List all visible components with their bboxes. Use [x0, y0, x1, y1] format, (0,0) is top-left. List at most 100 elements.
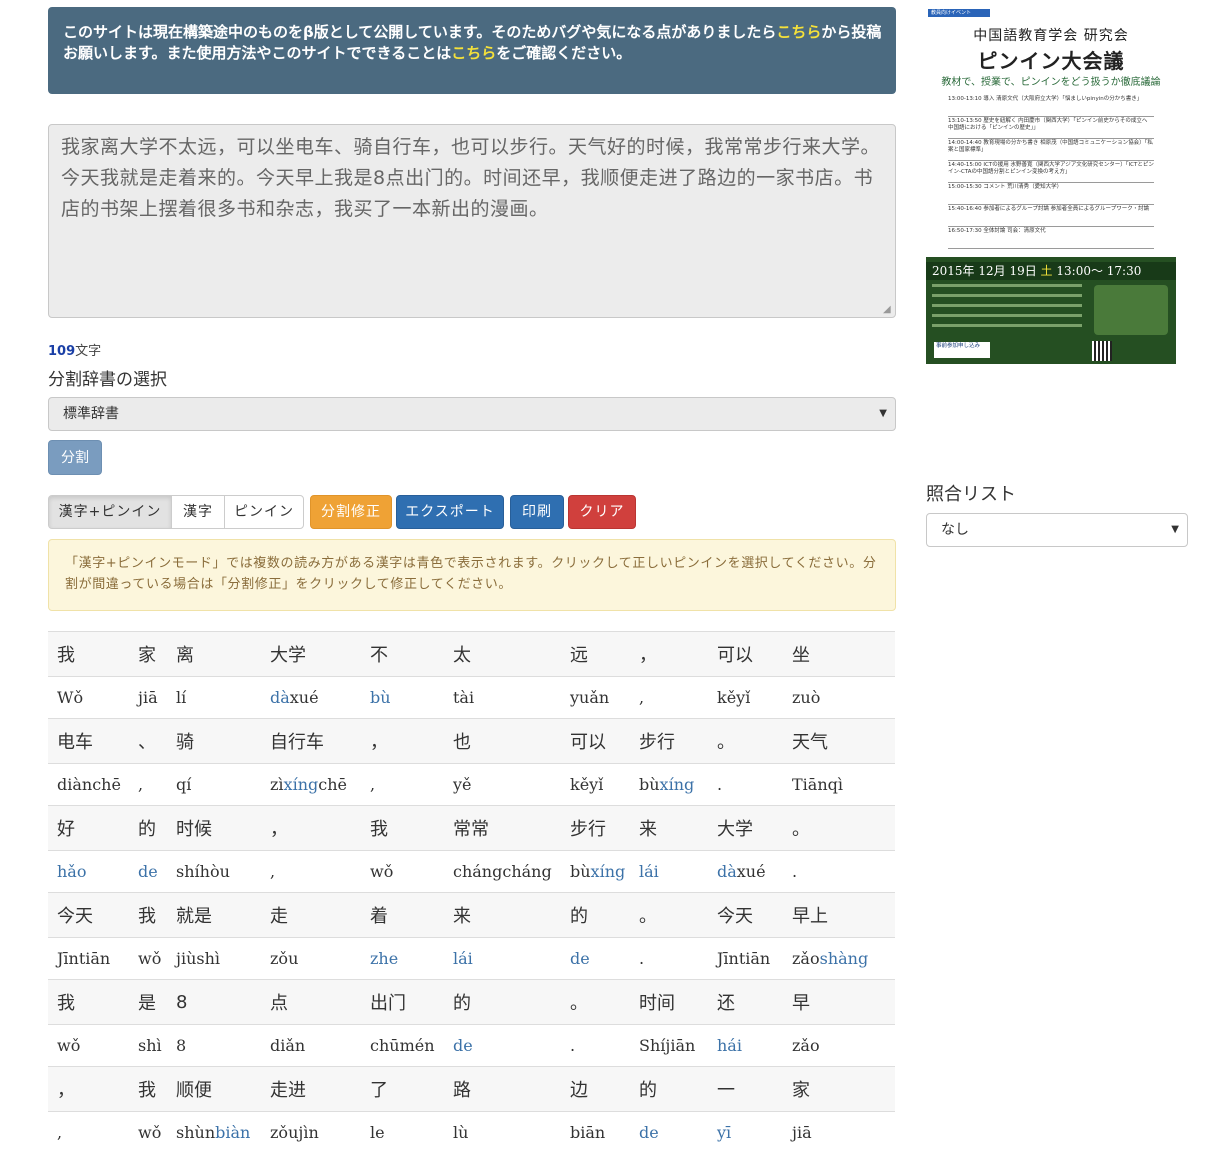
ambiguous-pinyin[interactable]: de [138, 862, 158, 881]
event-advertisement[interactable]: 教員向けイベント 中国語教育学会 研究会 ピンイン大会議 教材で、授業で、ピンイ… [926, 7, 1176, 364]
print-button[interactable]: 印刷 [510, 495, 564, 529]
hanzi-cell: 出门 [361, 979, 444, 1025]
ambiguous-pinyin[interactable]: shàng [820, 949, 869, 968]
match-list-select-value: なし [941, 522, 969, 538]
ambiguous-pinyin[interactable]: lái [453, 949, 473, 968]
hanzi-cell: 天气 [783, 718, 895, 764]
pinyin-cell: zǒu [261, 937, 361, 980]
ambiguous-pinyin[interactable]: hái [717, 1036, 742, 1055]
chinese-text-input[interactable]: 我家离大学不太远，可以坐电车、骑自行车，也可以步行。天气好的时候，我常常步行来大… [48, 124, 896, 318]
pinyin-syllable: xué [736, 862, 766, 881]
pinyin-cell: . [561, 1024, 630, 1067]
mode-kanji-button[interactable]: 漢字 [171, 495, 225, 529]
pinyin-syllable: qí [176, 775, 192, 794]
pinyin-syllable: zǎo [792, 1036, 820, 1055]
pinyin-cell: zǒujìn [261, 1111, 361, 1149]
hanzi-row: 我家离大学不太远，可以坐 [48, 631, 895, 677]
ambiguous-pinyin[interactable]: de [453, 1036, 473, 1055]
pinyin-cell: jiùshì [167, 937, 261, 980]
notice-usage-link[interactable]: こちら [451, 44, 496, 62]
hanzi-cell: 路 [444, 1066, 561, 1112]
ambiguous-pinyin[interactable]: xíng [591, 862, 626, 881]
mode-kanji-pinyin-button[interactable]: 漢字+ピンイン [48, 495, 172, 529]
split-button[interactable]: 分割 [48, 440, 102, 475]
pinyin-cell: , [129, 763, 167, 806]
hanzi-cell: ， [630, 631, 708, 677]
ambiguous-pinyin[interactable]: hǎo [57, 862, 86, 881]
ad-weekday: 土 [1040, 264, 1053, 278]
pinyin-syllable: jiā [792, 1123, 812, 1143]
fix-segmentation-button[interactable]: 分割修正 [310, 495, 392, 529]
hanzi-cell: 可以 [561, 718, 630, 764]
pinyin-cell: zǎoshàng [783, 937, 895, 980]
ambiguous-pinyin[interactable]: xíng [284, 775, 319, 794]
hanzi-cell: 大学 [261, 631, 361, 677]
hanzi-cell: 步行 [630, 718, 708, 764]
clear-button[interactable]: クリア [568, 495, 636, 529]
ambiguous-pinyin[interactable]: biàn [215, 1123, 250, 1142]
pinyin-row: , wǒ shùnbiàn zǒujìn le lù biān de yī jiā [48, 1111, 895, 1149]
hanzi-cell: 远 [561, 631, 630, 677]
pinyin-cell: wǒ [361, 850, 444, 893]
hanzi-cell: 也 [444, 718, 561, 764]
hanzi-cell: 早 [783, 979, 895, 1025]
dictionary-select[interactable]: 標準辞書 ▼ [48, 397, 896, 431]
ad-footer: 2015年 12月 19日 土 13:00～ 17:30 事前参加申し込み [926, 257, 1176, 364]
pinyin-cell: zǎo [783, 1024, 895, 1067]
pinyin-cell: , [261, 850, 361, 893]
ad-apply-link[interactable]: 事前参加申し込み [934, 342, 990, 358]
ambiguous-pinyin[interactable]: de [639, 1123, 659, 1142]
hanzi-row: ，我顺便 走进了路边的一家 [48, 1066, 895, 1112]
pinyin-syllable: Wǒ [57, 688, 84, 707]
notice-text-1: このサイトは現在構築途中のものをβ版として公開しています。そのためバグや気になる… [63, 23, 777, 41]
pinyin-cell: , [630, 676, 708, 719]
pinyin-syllable: , [57, 1123, 63, 1143]
export-button[interactable]: エクスポート [396, 495, 504, 529]
pinyin-cell: bùxíng [561, 850, 630, 893]
dropdown-caret-icon: ▼ [879, 408, 887, 419]
pinyin-cell: jiā [783, 1111, 895, 1149]
ambiguous-pinyin[interactable]: dà [270, 688, 290, 707]
hanzi-cell: 今天 [48, 892, 129, 938]
ambiguous-pinyin[interactable]: zhe [370, 949, 398, 968]
pinyin-syllable: , [639, 688, 645, 707]
ambiguous-pinyin[interactable]: bù [370, 688, 391, 707]
hanzi-row: 今天我就是走着来的。今天 早上 [48, 892, 895, 938]
hanzi-cell: 8 [167, 979, 261, 1025]
pinyin-syllable: xué [289, 688, 319, 707]
pinyin-syllable: diǎn [270, 1036, 306, 1055]
hanzi-cell: 走进 [261, 1066, 361, 1112]
pinyin-cell: de [129, 850, 167, 893]
pinyin-syllable: kěyǐ [570, 775, 604, 794]
mode-help-alert: 「漢字+ピンインモード」では複数の読み方がある漢字は青色で表示されます。クリック… [48, 539, 896, 611]
match-list-select[interactable]: なし ▼ [926, 513, 1188, 547]
pinyin-cell: . [783, 850, 895, 893]
pinyin-row: wǒ shì 8 diǎn chūmén de. Shíjiān hái zǎo [48, 1024, 895, 1067]
hanzi-cell: 边 [561, 1066, 630, 1112]
hanzi-cell: ， [361, 718, 444, 764]
pinyin-cell: diànchē [48, 763, 129, 806]
pinyin-cell: dàxué [261, 676, 361, 719]
pinyin-cell: yī [708, 1111, 783, 1149]
hanzi-cell: 就是 [167, 892, 261, 938]
hanzi-cell: ， [48, 1066, 129, 1112]
dictionary-select-value: 標準辞書 [63, 406, 119, 422]
pinyin-syllable: diànchē [57, 775, 121, 794]
pinyin-syllable: shùn [176, 1123, 216, 1143]
hanzi-cell: 。 [630, 892, 708, 938]
pinyin-cell: wǒ [48, 1024, 129, 1067]
ambiguous-pinyin[interactable]: dà [717, 862, 737, 881]
resize-grip-icon[interactable]: ◢ [883, 305, 893, 315]
hanzi-cell: 来 [444, 892, 561, 938]
notice-feedback-link[interactable]: こちら [776, 23, 821, 41]
hanzi-cell: 。 [561, 979, 630, 1025]
ambiguous-pinyin[interactable]: yī [717, 1123, 731, 1142]
ad-schedule-item: 15:40-16:40 参加者によるグループ討論 参加者全員によるグループワーク… [948, 205, 1154, 227]
mode-pinyin-button[interactable]: ピンイン [224, 495, 304, 529]
ambiguous-pinyin[interactable]: xíng [660, 775, 695, 794]
hanzi-cell: 。 [708, 718, 783, 764]
ambiguous-pinyin[interactable]: de [570, 949, 590, 968]
pinyin-cell: bùxíng [630, 763, 708, 806]
pinyin-row: hǎo de shíhòu, wǒ chángcháng bùxíng lái dàxué. [48, 850, 895, 893]
ambiguous-pinyin[interactable]: lái [639, 862, 659, 881]
